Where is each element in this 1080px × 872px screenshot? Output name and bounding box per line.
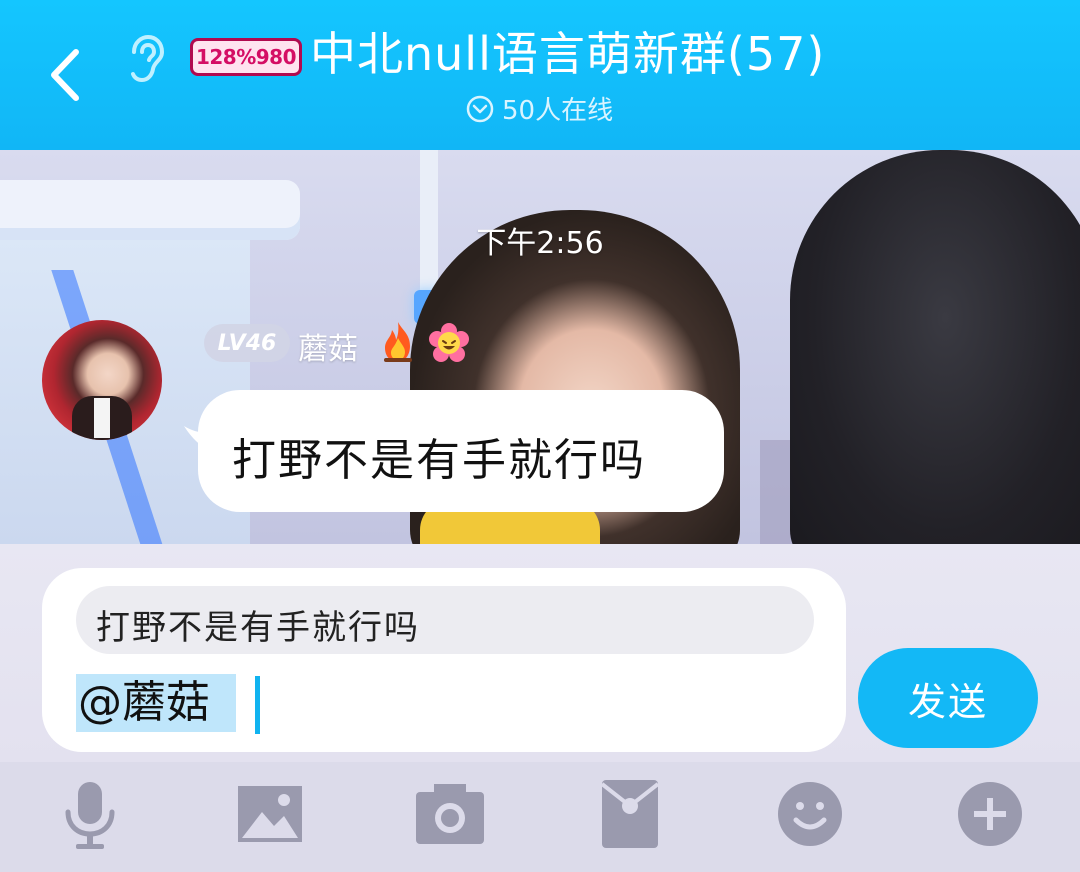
listen-mode-button[interactable] [124,34,168,84]
send-button[interactable]: 发送 [858,648,1038,748]
red-packet-icon [600,780,660,848]
top-bar: 128%980 中北null语言萌新群(57) 50人在线 [0,0,1080,150]
avatar-shirt [94,398,110,438]
reply-quote-text: 打野不是有手就行吗 [96,608,420,648]
message-input[interactable]: 打野不是有手就行吗 @蘑菇 [42,568,846,752]
ear-icon [131,34,165,83]
mention-tag[interactable]: @蘑菇 [76,674,236,732]
back-button[interactable] [40,40,92,110]
image-icon [238,786,302,842]
input-toolbar [0,762,1080,872]
camera-icon [416,784,484,844]
group-badge-text: 128%980 [195,45,297,69]
sender-name[interactable]: 蘑菇 [298,324,358,368]
sender-avatar[interactable] [42,320,162,440]
photo-button[interactable] [232,776,308,852]
composer: 打野不是有手就行吗 @蘑菇 发送 [0,544,1080,762]
message-text: 打野不是有手就行吗 [232,435,646,486]
chat-area[interactable]: 下午2:56 LV46 蘑菇 打野不是有手就行吗 [0,150,1080,544]
chevron-down-circle-icon [466,95,494,122]
microphone-icon [65,782,115,849]
text-cursor [255,676,260,734]
group-title[interactable]: 中北null语言萌新群(57) [310,24,825,84]
plus-icon [958,782,1022,846]
fire-icon [384,322,412,362]
group-level-badge: 128%980 [190,38,302,76]
reply-quote[interactable]: 打野不是有手就行吗 [76,586,814,654]
red-packet-button[interactable] [592,776,668,852]
level-badge: LV46 [204,324,290,362]
emoji-icon [778,782,842,846]
chevron-left-icon [51,49,79,101]
online-count: 50人在线 [502,96,614,126]
more-button[interactable] [952,776,1028,852]
emoji-button[interactable] [772,776,848,852]
online-status[interactable]: 50人在线 [466,90,613,127]
message-timestamp: 下午2:56 [476,226,604,261]
level-text: LV46 [217,330,277,356]
voice-button[interactable] [52,776,128,852]
background-head [790,150,1080,544]
flower-face-icon [429,323,469,362]
camera-button[interactable] [412,776,488,852]
